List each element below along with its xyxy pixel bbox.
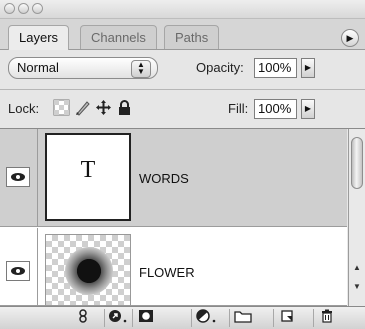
layers-panel: Layers Channels Paths ▶ Normal ▲ ▼ Opacit… [0, 0, 365, 329]
link-icon[interactable] [70, 309, 96, 327]
tab-paths[interactable]: Paths [164, 25, 220, 49]
layer-style-icon[interactable] [104, 309, 130, 327]
flower-layer-thumbnail [45, 234, 131, 306]
zoom-window-button[interactable] [32, 3, 43, 14]
lock-label: Lock: [8, 101, 40, 116]
visibility-cell [0, 129, 38, 226]
adjustment-layer-icon[interactable] [191, 309, 219, 327]
fill-slider-button[interactable]: ▶ [301, 99, 315, 119]
opacity-label: Opacity: [196, 60, 244, 75]
close-window-button[interactable] [4, 3, 15, 14]
layers-bottom-bar [0, 306, 365, 329]
minimize-window-button[interactable] [18, 3, 29, 14]
layer-row-words[interactable]: T WORDS [0, 129, 347, 227]
blend-mode-select[interactable]: Normal ▲ ▼ [8, 57, 158, 79]
layer-name: FLOWER [139, 265, 195, 280]
layers-list: T WORDS FLOWER [0, 129, 347, 306]
trash-icon[interactable] [313, 309, 339, 327]
tab-layers[interactable]: Layers [8, 25, 70, 50]
padlock-icon[interactable] [115, 99, 134, 117]
opacity-input[interactable]: 100% [254, 58, 297, 78]
fill-label: Fill: [228, 101, 249, 116]
text-layer-t-glyph: T [80, 157, 96, 183]
scrollbar-thumb[interactable] [351, 137, 363, 189]
text-layer-thumbnail: T [45, 133, 131, 221]
tab-channels[interactable]: Channels [80, 25, 157, 49]
brush-lock-icon[interactable] [73, 99, 92, 117]
new-layer-icon[interactable] [273, 309, 299, 327]
title-bar [0, 0, 365, 19]
blend-mode-value: Normal [17, 60, 59, 75]
flower-image [65, 247, 113, 295]
move-lock-icon[interactable] [94, 99, 113, 117]
blend-mode-stepper-icon: ▲ ▼ [131, 60, 151, 78]
eye-icon[interactable] [6, 167, 30, 187]
eye-icon[interactable] [6, 261, 30, 281]
layer-row-flower[interactable]: FLOWER [0, 228, 347, 306]
layers-scrollbar[interactable]: ▲ ▼ [348, 129, 365, 306]
panel-menu-button[interactable]: ▶ [341, 29, 359, 47]
layer-name: WORDS [139, 171, 189, 186]
blend-options-row: Normal ▲ ▼ Opacity: 100% ▶ [0, 50, 365, 90]
transparent-pixels-lock-icon[interactable] [52, 99, 71, 117]
panel-tabs: Layers Channels Paths ▶ [0, 19, 365, 50]
fill-input[interactable]: 100% [254, 99, 297, 119]
new-group-icon[interactable] [229, 309, 255, 327]
opacity-slider-button[interactable]: ▶ [301, 58, 315, 78]
visibility-cell [0, 228, 38, 305]
scroll-down-arrow-icon[interactable]: ▼ [351, 280, 363, 294]
layer-mask-icon[interactable] [132, 309, 158, 327]
scroll-up-arrow-icon[interactable]: ▲ [351, 261, 363, 275]
lock-fill-row: Lock: Fill: 100% ▶ [0, 90, 365, 129]
